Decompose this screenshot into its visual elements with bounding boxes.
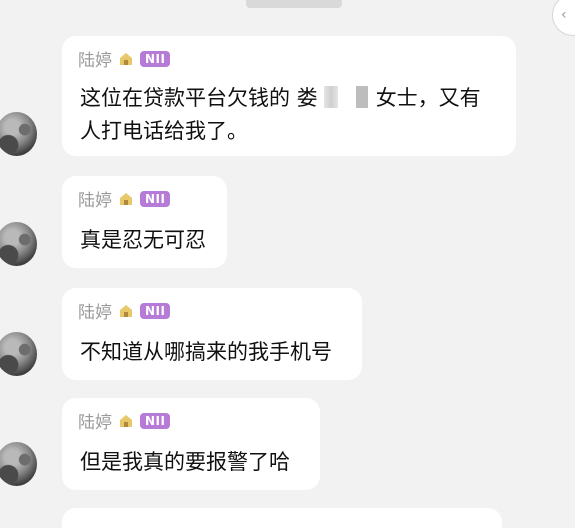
message-text-part: 这位在贷款平台欠钱的 娄 (80, 86, 318, 110)
message-text-line2: 人打电话给我了。 (80, 119, 248, 143)
message-bubble: 陆婷 NII 这位在贷款平台欠钱的 娄 女士，又有 人打电话给我了。 (62, 36, 516, 156)
message-bubble: 陆婷 NII 但是我真的要报警了哈 (62, 398, 320, 490)
message-sender-row: 陆婷 NII (78, 46, 171, 71)
avatar[interactable] (0, 222, 37, 266)
redaction-blur (355, 86, 368, 108)
redaction-blur (323, 86, 338, 108)
member-badge: NII (140, 302, 171, 319)
sender-name[interactable]: 陆婷 (78, 46, 112, 71)
member-badge: NII (140, 190, 171, 207)
sender-name[interactable]: 陆婷 (78, 186, 112, 211)
message-text: 这位在贷款平台欠钱的 娄 女士，又有 (80, 82, 481, 115)
message-sender-row: 陆婷 NII (78, 298, 171, 323)
message-bubble-partial (62, 508, 502, 528)
message-bubble: 陆婷 NII 不知道从哪搞来的我手机号 (62, 288, 362, 380)
member-badge: NII (140, 50, 171, 67)
message-text: 不知道从哪搞来的我手机号 (80, 340, 332, 364)
message-text: 但是我真的要报警了哈 (80, 450, 290, 474)
avatar[interactable] (0, 442, 37, 486)
chevron-icon: ‹ (561, 7, 567, 23)
sender-name[interactable]: 陆婷 (78, 408, 112, 433)
message-sender-row: 陆婷 NII (78, 186, 171, 211)
message-text: 真是忍无可忍 (80, 228, 206, 252)
house-icon (120, 192, 132, 205)
message-bubble: 陆婷 NII 真是忍无可忍 (62, 176, 227, 268)
top-status-pill (246, 0, 342, 8)
message-sender-row: 陆婷 NII (78, 408, 171, 433)
message-text-part: 女士，又有 (375, 86, 481, 110)
avatar[interactable] (0, 332, 37, 376)
house-icon (120, 52, 132, 65)
avatar[interactable] (0, 112, 37, 156)
house-icon (120, 304, 132, 317)
sender-name[interactable]: 陆婷 (78, 298, 112, 323)
house-icon (120, 414, 132, 427)
member-badge: NII (140, 412, 171, 429)
corner-chevron-button[interactable]: ‹ (552, 0, 575, 36)
